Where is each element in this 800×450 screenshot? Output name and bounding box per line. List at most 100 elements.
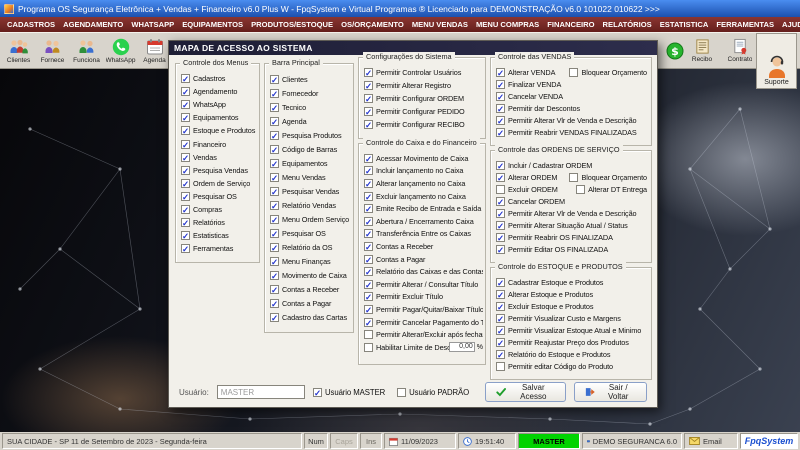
menu-item[interactable]: MENU COMPRAS (472, 19, 543, 30)
exit-button[interactable]: Sair / Voltar (574, 382, 647, 402)
checkbox-checked[interactable]: ✓ (364, 178, 373, 188)
menu-item[interactable]: AGENDAMENTO (59, 19, 127, 30)
checkbox-checked[interactable]: ✓ (270, 270, 279, 280)
toolbar-button-recibo[interactable]: Recibo (684, 33, 720, 68)
checkbox-option[interactable]: ✓ Compras (181, 204, 222, 214)
checkbox-option[interactable]: ✓ Permitir Configurar ORDEM (364, 94, 464, 103)
checkbox-checked[interactable]: ✓ (496, 172, 505, 182)
checkbox-option[interactable]: ✓ Agendamento (181, 87, 237, 96)
checkbox-option[interactable]: ✓ Permitir Alterar Vlr de Venda e Descriç… (496, 208, 637, 218)
checkbox-checked[interactable]: ✓ (364, 81, 373, 90)
checkbox-checked[interactable]: ✓ (181, 165, 190, 175)
checkbox-checked[interactable]: ✓ (496, 289, 505, 299)
checkbox-option[interactable]: ✓ Permitir Alterar Situação Atual / Statu… (496, 220, 628, 230)
checkbox-option[interactable]: ✓ Menu Finanças (270, 256, 331, 266)
checkbox-option[interactable]: Bloquear Orçamento (569, 67, 649, 77)
checkbox-option[interactable]: ✓ Permitir Reabrir VENDAS FINALIZADAS (496, 127, 637, 137)
checkbox-checked[interactable]: ✓ (181, 178, 190, 188)
checkbox-checked[interactable]: ✓ (496, 349, 505, 359)
checkbox-checked[interactable]: ✓ (364, 317, 373, 327)
checkbox-checked[interactable]: ✓ (364, 241, 373, 251)
checkbox-checked[interactable]: ✓ (364, 107, 373, 116)
checkbox-checked[interactable]: ✓ (496, 337, 505, 347)
checkbox-option[interactable]: ✓ Ferramentas (181, 244, 233, 254)
checkbox-option[interactable]: ✓ Menu Vendas (270, 172, 326, 182)
checkbox-checked[interactable]: ✓ (364, 304, 373, 314)
checkbox-checked[interactable]: ✓ (270, 144, 279, 154)
checkbox-checked[interactable]: ✓ (364, 191, 373, 201)
checkbox-option[interactable]: ✓ Código de Barras (270, 144, 337, 154)
checkbox-checked[interactable]: ✓ (496, 91, 505, 101)
checkbox-option[interactable]: ✓ Permitir Configurar RECIBO (364, 120, 465, 129)
checkbox-checked[interactable]: ✓ (364, 166, 373, 176)
checkbox-option[interactable]: ✓ Incluir lançamento no Caixa (364, 166, 463, 176)
checkbox-checked[interactable]: ✓ (364, 279, 373, 289)
checkbox-checked[interactable]: ✓ (181, 218, 190, 227)
toolbar-button-clientes[interactable]: Clientes (2, 34, 35, 67)
checkbox-option[interactable]: ✓ Clientes (270, 74, 308, 84)
checkbox-checked[interactable]: ✓ (496, 232, 505, 242)
checkbox-checked[interactable]: ✓ (364, 153, 373, 163)
checkbox-option[interactable]: ✓ Incluir / Cadastrar ORDEM (496, 160, 592, 170)
checkbox-option[interactable]: ✓ Contas a Pagar (364, 254, 425, 264)
checkbox-option[interactable]: ✓ Equipamentos (181, 113, 239, 123)
menu-item[interactable]: FINANCEIRO (543, 19, 598, 30)
checkbox-option[interactable]: ✓ Acessar Movimento de Caixa (364, 153, 468, 163)
checkbox-checked[interactable]: ✓ (181, 87, 190, 96)
menu-item[interactable]: EQUIPAMENTOS (178, 19, 247, 30)
checkbox-checked[interactable]: ✓ (496, 301, 505, 311)
toolbar-button-funcionario[interactable]: Funciona (70, 34, 103, 67)
toolbar-button-agenda[interactable]: Agenda (138, 34, 171, 67)
checkbox-option[interactable]: ✓ Alterar lançamento no Caixa (364, 178, 465, 188)
checkbox-unchecked[interactable] (364, 330, 373, 340)
toolbar-button-whatsapp[interactable]: WhatsApp (104, 34, 137, 67)
checkbox-option[interactable]: ✓ Pesquisar OS (270, 228, 326, 238)
checkbox-option[interactable]: ✓ Permitir Alterar / Consultar Título (364, 279, 478, 289)
checkbox-unchecked[interactable] (496, 184, 505, 194)
checkbox-checked[interactable]: ✓ (496, 196, 505, 206)
checkbox-option[interactable]: ✓ Permitir dar Descontos (496, 103, 580, 113)
checkbox-checked[interactable]: ✓ (270, 172, 279, 182)
checkbox-option[interactable]: ✓ Vendas (181, 152, 217, 162)
checkbox-option[interactable]: ✓ Abertura / Encerramento Caixa (364, 216, 474, 226)
checkbox-option[interactable]: ✓ Contas a Pagar (270, 298, 331, 308)
checkbox-option[interactable]: ✓ Alterar VENDA (496, 67, 555, 77)
checkbox-option[interactable]: ✓ Permitir Reabrir OS FINALIZADA (496, 232, 613, 242)
checkbox-option[interactable]: ✓ Relatório das Caixas e das Contas (364, 267, 483, 276)
menu-item[interactable]: MENU VENDAS (408, 19, 472, 30)
checkbox-checked[interactable]: ✓ (270, 256, 279, 266)
checkbox-checked[interactable]: ✓ (364, 68, 373, 77)
checkbox-unchecked[interactable] (364, 342, 373, 352)
checkbox-checked[interactable]: ✓ (496, 325, 505, 335)
checkbox-checked[interactable]: ✓ (364, 94, 373, 103)
checkbox-option[interactable]: ✓ Pesquisar OS (181, 191, 237, 201)
checkbox-checked[interactable]: ✓ (181, 139, 190, 149)
checkbox-checked[interactable]: ✓ (364, 216, 373, 226)
checkbox-option[interactable]: ✓ Relatório do Estoque e Produtos (496, 349, 610, 359)
checkbox-checked[interactable]: ✓ (364, 229, 373, 239)
checkbox-option[interactable]: ✓ Transferência Entre os Caixas (364, 229, 471, 239)
checkbox-option[interactable]: ✓ Pesquisa Vendas (181, 165, 248, 175)
checkbox-checked[interactable]: ✓ (181, 244, 190, 254)
checkbox-option[interactable]: ✓ Cadastro das Cartas (270, 312, 347, 322)
menu-item[interactable]: CADASTROS (3, 19, 59, 30)
checkbox-checked[interactable]: ✓ (181, 74, 190, 83)
checkbox-option[interactable]: ✓ Permitir Alterar Registro (364, 81, 451, 90)
checkbox-option[interactable]: ✓ Equipamentos (270, 158, 328, 168)
checkbox-checked[interactable]: ✓ (270, 74, 279, 84)
checkbox-option[interactable]: Permitir editar Código do Produto (496, 361, 613, 371)
checkbox-option[interactable]: ✓ Pesquisa Produtos (270, 130, 342, 140)
checkbox-option[interactable]: ✓ Alterar ORDEM (496, 172, 557, 182)
checkbox-checked[interactable]: ✓ (496, 208, 505, 218)
checkbox-option[interactable]: ✓ Movimento de Caixa (270, 270, 347, 280)
checkbox-checked[interactable]: ✓ (496, 103, 505, 113)
checkbox-checked[interactable]: ✓ (313, 387, 322, 397)
checkbox-checked[interactable]: ✓ (364, 120, 373, 129)
checkbox-checked[interactable]: ✓ (270, 200, 279, 210)
checkbox-unchecked[interactable] (569, 172, 579, 182)
checkbox-checked[interactable]: ✓ (270, 228, 279, 238)
support-panel[interactable]: Suporte (756, 33, 797, 89)
checkbox-option[interactable]: ✓ Tecnico (270, 102, 306, 112)
checkbox-option[interactable]: Habilitar Limite de Desconto (364, 342, 465, 352)
checkbox-checked[interactable]: ✓ (270, 130, 279, 140)
